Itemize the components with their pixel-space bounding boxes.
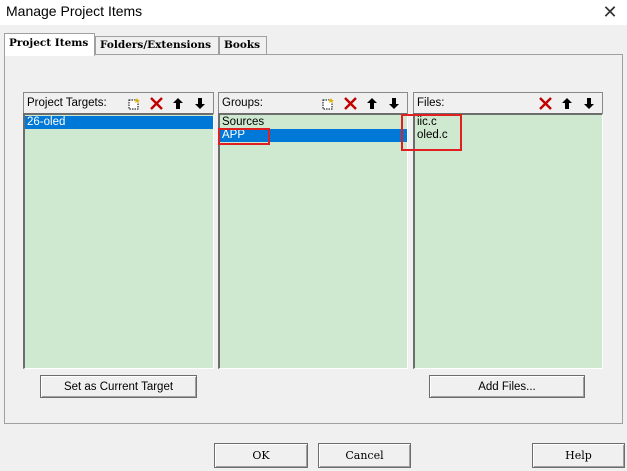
move-file-up-button[interactable] bbox=[556, 94, 578, 113]
move-down-icon bbox=[195, 98, 205, 109]
move-down-icon bbox=[389, 98, 399, 109]
project-targets-pane: Project Targets: 26-oled bbox=[23, 92, 214, 369]
move-target-up-button[interactable] bbox=[167, 94, 189, 113]
button-label: Set as Current Target bbox=[63, 380, 174, 393]
files-header: Files: bbox=[413, 92, 603, 113]
groups-label: Groups: bbox=[222, 97, 263, 109]
help-button[interactable]: Help bbox=[532, 443, 625, 468]
files-pane: Files: iic.c oled.c bbox=[413, 92, 603, 369]
cancel-button[interactable]: Cancel bbox=[318, 443, 411, 468]
button-label: OK bbox=[252, 449, 270, 462]
new-target-button[interactable] bbox=[123, 94, 145, 113]
title-bar: Manage Project Items ✕ bbox=[0, 0, 627, 25]
list-item[interactable]: oled.c bbox=[415, 129, 602, 142]
tab-books[interactable]: Books bbox=[219, 36, 267, 55]
close-icon: ✕ bbox=[602, 1, 618, 22]
new-item-icon bbox=[322, 97, 334, 109]
move-up-icon bbox=[173, 98, 183, 109]
project-targets-toolbar bbox=[123, 94, 211, 113]
list-item[interactable]: 26-oled bbox=[25, 116, 213, 129]
new-item-icon bbox=[128, 97, 140, 109]
files-list[interactable]: iic.c oled.c bbox=[413, 113, 603, 369]
delete-icon bbox=[149, 97, 163, 110]
groups-header: Groups: bbox=[218, 92, 408, 113]
groups-pane: Groups: Sources APP bbox=[218, 92, 408, 369]
move-group-up-button[interactable] bbox=[361, 94, 383, 113]
tab-project-items[interactable]: Project Items bbox=[4, 33, 95, 56]
groups-list[interactable]: Sources APP bbox=[218, 113, 408, 369]
groups-toolbar bbox=[317, 94, 405, 113]
new-group-button[interactable] bbox=[317, 94, 339, 113]
tab-label: Books bbox=[224, 39, 261, 51]
button-label: Add Files... bbox=[478, 380, 536, 393]
list-item[interactable]: iic.c bbox=[415, 116, 602, 129]
project-targets-header: Project Targets: bbox=[23, 92, 214, 113]
button-label: Help bbox=[565, 449, 592, 462]
add-files-button[interactable]: Add Files... bbox=[429, 375, 585, 398]
tab-label: Project Items bbox=[9, 37, 89, 49]
delete-group-button[interactable] bbox=[339, 94, 361, 113]
tab-label: Folders/Extensions bbox=[100, 39, 212, 51]
move-up-icon bbox=[367, 98, 377, 109]
files-label: Files: bbox=[417, 97, 445, 109]
list-item[interactable]: Sources bbox=[220, 116, 407, 129]
move-file-down-button[interactable] bbox=[578, 94, 600, 113]
list-item[interactable]: APP bbox=[220, 129, 407, 142]
move-group-down-button[interactable] bbox=[383, 94, 405, 113]
delete-target-button[interactable] bbox=[145, 94, 167, 113]
ok-button[interactable]: OK bbox=[214, 443, 308, 468]
move-target-down-button[interactable] bbox=[189, 94, 211, 113]
delete-file-button[interactable] bbox=[534, 94, 556, 113]
set-current-target-button[interactable]: Set as Current Target bbox=[40, 375, 197, 398]
project-targets-label: Project Targets: bbox=[27, 97, 107, 109]
window-title: Manage Project Items bbox=[6, 3, 143, 19]
files-toolbar bbox=[534, 94, 600, 113]
button-label: Cancel bbox=[345, 449, 384, 462]
move-down-icon bbox=[584, 98, 594, 109]
delete-icon bbox=[538, 97, 552, 110]
delete-icon bbox=[343, 97, 357, 110]
close-button[interactable]: ✕ bbox=[593, 0, 627, 24]
move-up-icon bbox=[562, 98, 572, 109]
tab-folders-extensions[interactable]: Folders/Extensions bbox=[95, 36, 219, 55]
project-targets-list[interactable]: 26-oled bbox=[23, 113, 214, 369]
